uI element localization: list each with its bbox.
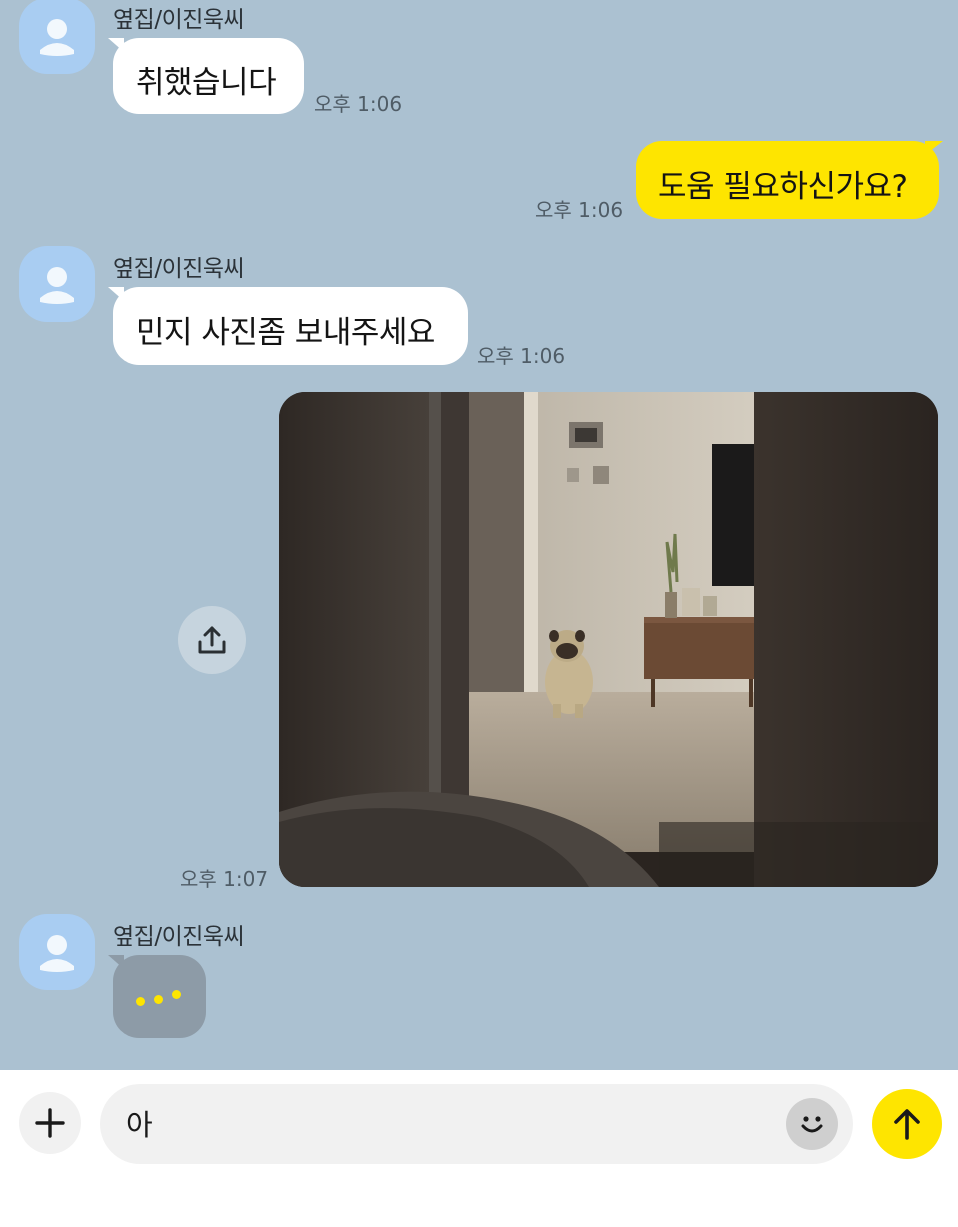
share-button[interactable] [178, 606, 246, 674]
typing-dot [136, 997, 145, 1006]
message-time: 오후 1:06 [477, 344, 566, 368]
plus-icon [35, 1108, 65, 1138]
message-time: 오후 1:07 [180, 867, 269, 891]
chat-area[interactable]: 옆집/이진욱씨 취했습니다 오후 1:06 도움 필요하신가요? 오후 1:06… [0, 0, 958, 1070]
incoming-message-bubble[interactable]: 취했습니다 [113, 38, 304, 114]
message-text: 민지 사진좀 보내주세요 [136, 315, 435, 351]
person-icon [40, 267, 74, 304]
send-button[interactable] [872, 1089, 942, 1159]
photo-message[interactable] [279, 392, 938, 887]
message-input[interactable] [126, 1106, 766, 1140]
attach-button[interactable] [19, 1092, 81, 1154]
typing-indicator-bubble [113, 955, 206, 1038]
message-text: 취했습니다 [136, 65, 277, 101]
profile-avatar[interactable] [19, 246, 95, 322]
person-icon [40, 935, 74, 972]
message-text: 도움 필요하신가요? [658, 169, 908, 205]
sender-name: 옆집/이진욱씨 [113, 924, 245, 950]
message-time: 오후 1:06 [535, 198, 624, 222]
message-time: 오후 1:06 [314, 92, 403, 116]
message-input-container[interactable] [100, 1084, 853, 1164]
sender-name: 옆집/이진욱씨 [113, 7, 245, 33]
incoming-message-bubble[interactable]: 민지 사진좀 보내주세요 [113, 287, 468, 365]
typing-dot [172, 990, 181, 999]
typing-dot [154, 995, 163, 1004]
arrow-up-icon [894, 1109, 920, 1140]
pug-photo-image [279, 392, 938, 887]
sender-name: 옆집/이진욱씨 [113, 256, 245, 282]
outgoing-message-bubble[interactable]: 도움 필요하신가요? [636, 141, 939, 219]
profile-avatar[interactable] [19, 914, 95, 990]
emoji-button[interactable] [786, 1098, 838, 1150]
profile-avatar[interactable] [19, 0, 95, 74]
share-icon [198, 626, 226, 654]
person-icon [40, 19, 74, 56]
bubble-tail [925, 141, 943, 155]
emoji-icon [801, 1116, 823, 1133]
